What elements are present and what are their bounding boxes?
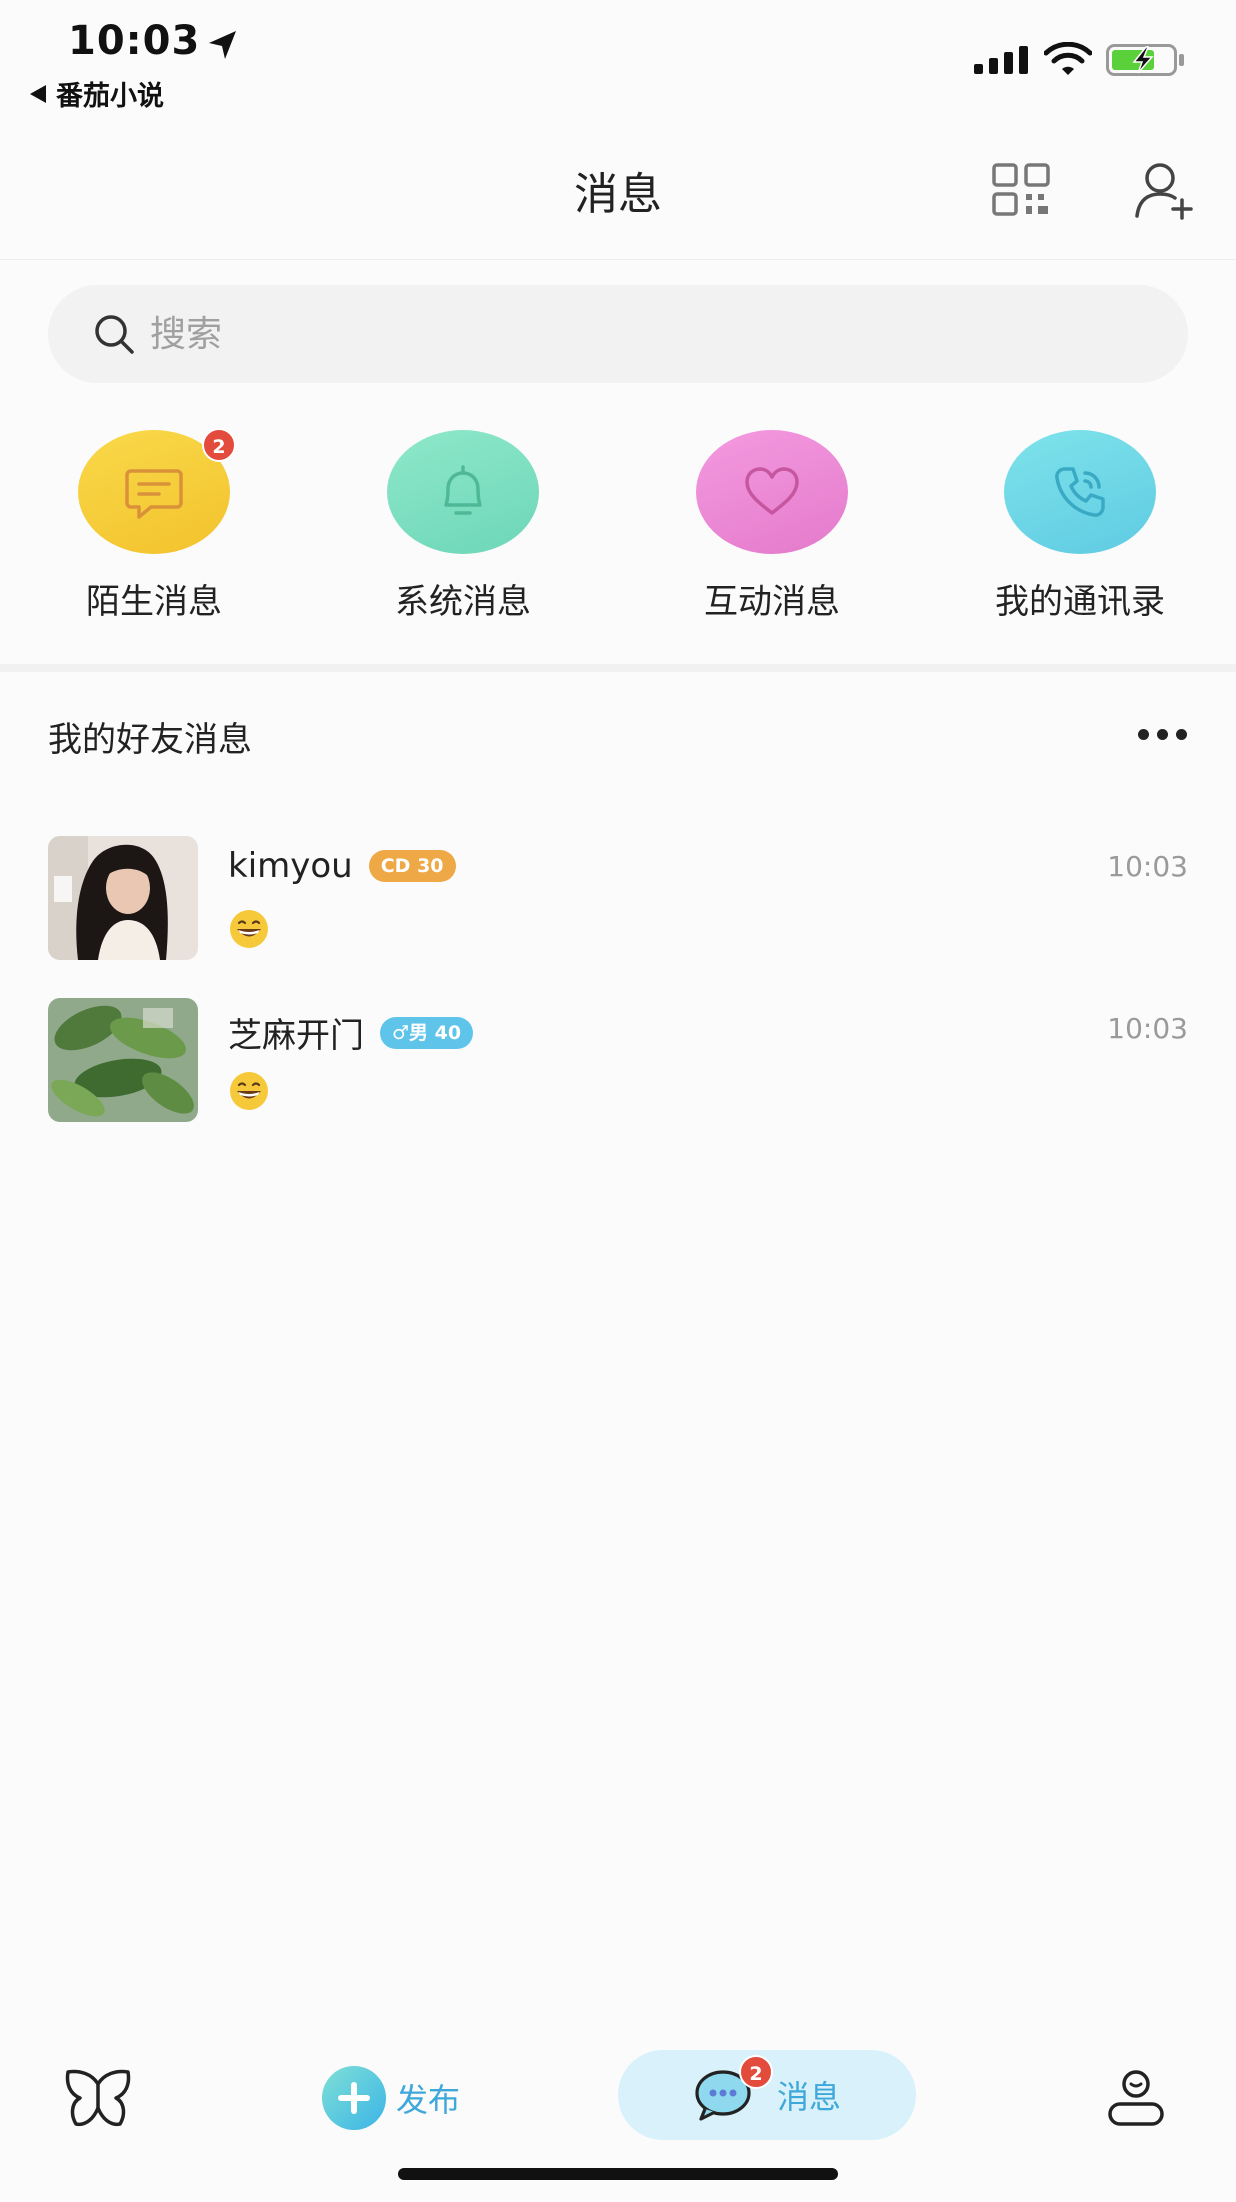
quick-entry-label: 互动消息 [704,582,840,622]
back-to-app-button[interactable]: 番茄小说 [30,74,164,113]
quick-entry-contacts[interactable]: 我的通讯录 [980,430,1180,623]
quick-entry-system-messages[interactable]: 系统消息 [363,430,563,623]
home-indicator [398,2168,838,2180]
wifi-icon [1044,42,1092,75]
grinning-face-emoji-icon [230,910,268,948]
gender-age-tag: ♂男 40 [380,1016,474,1049]
quick-entry-interaction-messages[interactable]: 互动消息 [672,430,872,623]
status-bar: 10:03 番茄小说 [0,0,1236,120]
chat-row-kimyou[interactable]: kimyou CD 30 10:03 [0,836,1236,976]
section-divider [0,664,1236,672]
quick-entry-label: 我的通讯录 [995,582,1165,622]
more-options-icon[interactable] [1138,722,1190,746]
phone-icon [1055,467,1105,517]
nav-bar: 消息 [0,130,1236,260]
chat-bubble-icon [125,469,183,519]
tab-messages-label: 消息 [776,2078,841,2116]
add-user-icon[interactable] [1132,160,1196,220]
stranger-messages-badge: 2 [202,428,236,462]
stranger-messages-circle: 2 [78,428,236,554]
location-arrow-icon [209,31,236,59]
status-time: 10:03 [68,18,201,64]
search-input[interactable] [150,313,1050,355]
chat-name: 芝麻开门 ♂男 40 [228,1008,474,1057]
message-tab-icon-wrap: 2 [693,2055,773,2123]
chat-name-text: 芝麻开门 [228,1016,364,1056]
butterfly-home-icon[interactable] [62,2066,134,2130]
battery-charging-icon [1106,44,1184,76]
chat-time: 10:03 [1107,1012,1188,1045]
back-app-label: 番茄小说 [56,81,164,112]
grinning-face-emoji-icon [230,1072,268,1110]
chat-row-zhima[interactable]: 芝麻开门 ♂男 40 10:03 [0,998,1236,1138]
qr-code-icon[interactable] [990,162,1054,218]
search-bar[interactable] [48,285,1188,383]
bell-icon [444,465,482,515]
quick-entries: 2 陌生消息 系统消息 互动消息 我的通讯录 [0,428,1236,630]
quick-entry-stranger-messages[interactable]: 2 陌生消息 [54,428,254,623]
tab-publish[interactable]: 发布 [322,2066,460,2130]
system-messages-circle [387,430,539,554]
interaction-messages-circle [696,430,848,554]
chat-time: 10:03 [1107,850,1188,883]
avatar [48,998,198,1122]
profile-icon[interactable] [1104,2066,1168,2130]
chat-name-text: kimyou [228,846,353,886]
quick-entry-label: 陌生消息 [86,582,222,622]
messages-tab-badge: 2 [738,2055,773,2089]
quick-entry-label: 系统消息 [395,582,531,622]
search-icon [95,315,134,354]
contacts-circle [1004,430,1156,554]
chat-name: kimyou CD 30 [228,846,456,886]
avatar [48,836,198,960]
cellular-signal-icon [974,46,1028,74]
plus-icon [322,2066,386,2130]
friends-section-title: 我的好友消息 [48,720,252,760]
heart-icon [745,467,799,515]
back-triangle-icon [30,84,46,103]
tab-publish-label: 发布 [396,2081,461,2119]
tab-messages[interactable]: 2 消息 [618,2050,916,2140]
user-level-tag: CD 30 [368,850,456,882]
